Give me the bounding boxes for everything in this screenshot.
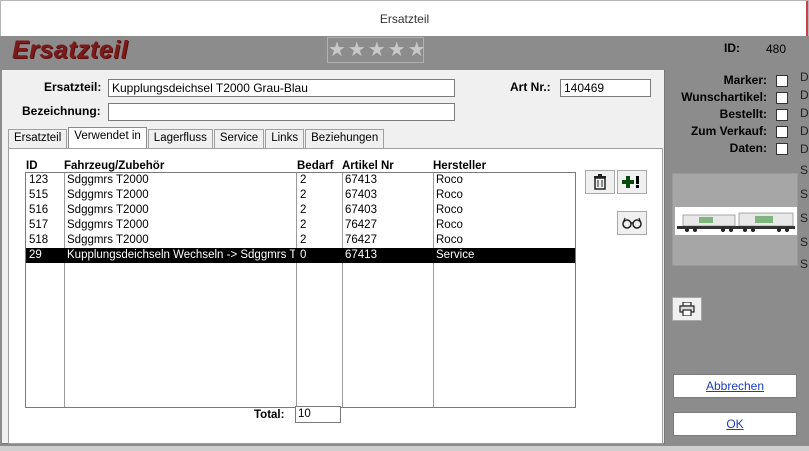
tab-links[interactable]: Links bbox=[265, 129, 305, 148]
table-row[interactable]: 517 Sdggmrs T2000 2 76427 Roco bbox=[26, 218, 575, 233]
cell-artikel: 67403 bbox=[345, 189, 377, 201]
bestellt-label: Bestellt: bbox=[719, 107, 767, 121]
wunschartikel-checkbox[interactable] bbox=[776, 92, 788, 104]
cell-artikel: 76427 bbox=[345, 219, 377, 231]
cell-bedarf: 2 bbox=[300, 219, 307, 231]
ersatzteil-label: Ersatzteil: bbox=[44, 80, 102, 94]
id-value: 480 bbox=[766, 42, 787, 56]
tab-beziehungen[interactable]: Beziehungen bbox=[305, 129, 385, 148]
edge-char: S bbox=[800, 257, 809, 271]
bezeichnung-input[interactable] bbox=[108, 103, 455, 121]
product-image-frame[interactable] bbox=[672, 173, 798, 266]
cell-hersteller: Roco bbox=[436, 174, 463, 186]
cell-artikel: 76427 bbox=[345, 234, 377, 246]
plus-exclamation-icon bbox=[622, 176, 639, 188]
tab-lagerfluss[interactable]: Lagerfluss bbox=[147, 129, 213, 148]
cell-artikel: 67413 bbox=[345, 249, 377, 261]
edge-char: S bbox=[800, 211, 809, 225]
col-header-bedarf: Bedarf bbox=[297, 160, 334, 172]
table-row[interactable]: 516 Sdggmrs T2000 2 67403 Roco bbox=[26, 203, 575, 218]
tab-verwendet-in[interactable]: Verwendet in bbox=[68, 127, 147, 148]
cell-hersteller: Roco bbox=[436, 204, 463, 216]
cell-bedarf: 0 bbox=[300, 249, 307, 261]
cell-fahrzeug: Sdggmrs T2000 bbox=[67, 234, 149, 246]
wunschartikel-label: Wunschartikel: bbox=[681, 90, 767, 104]
window-titlebar: Ersatzteil bbox=[0, 0, 809, 37]
daten-checkbox[interactable] bbox=[776, 143, 788, 155]
edge-char: S bbox=[800, 235, 809, 249]
table-row[interactable]: 515 Sdggmrs T2000 2 67403 Roco bbox=[26, 188, 575, 203]
ok-button[interactable]: OK bbox=[673, 412, 797, 436]
cell-fahrzeug: Kupplungsdeichseln Wechseln -> Sdggmrs T… bbox=[67, 249, 295, 261]
cell-hersteller: Roco bbox=[436, 189, 463, 201]
edge-char: D bbox=[800, 70, 809, 84]
background-bottom-strip bbox=[0, 446, 809, 451]
cell-bedarf: 2 bbox=[300, 234, 307, 246]
cell-id: 516 bbox=[29, 204, 49, 216]
cell-artikel: 67403 bbox=[345, 204, 377, 216]
cell-id: 515 bbox=[29, 189, 49, 201]
cell-fahrzeug: Sdggmrs T2000 bbox=[67, 219, 149, 231]
table-row[interactable]: 123 Sdggmrs T2000 2 67413 Roco bbox=[26, 173, 575, 188]
print-button[interactable] bbox=[672, 297, 702, 321]
tab-bar: Ersatzteil Verwendet in Lagerfluss Servi… bbox=[8, 127, 385, 148]
cell-hersteller: Roco bbox=[436, 234, 463, 246]
bezeichnung-label: Bezeichnung: bbox=[22, 104, 101, 118]
bestellt-checkbox[interactable] bbox=[776, 109, 788, 121]
edge-char: D bbox=[800, 106, 809, 120]
cell-bedarf: 2 bbox=[300, 204, 307, 216]
col-header-artikel: Artikel Nr bbox=[342, 160, 394, 172]
cell-hersteller: Roco bbox=[436, 219, 463, 231]
cell-artikel: 67413 bbox=[345, 174, 377, 186]
cell-id: 518 bbox=[29, 234, 49, 246]
cell-fahrzeug: Sdggmrs T2000 bbox=[67, 189, 149, 201]
daten-label: Daten: bbox=[729, 141, 767, 155]
cell-bedarf: 2 bbox=[300, 174, 307, 186]
zum-verkauf-checkbox[interactable] bbox=[776, 126, 788, 138]
product-image bbox=[675, 207, 797, 235]
zum-verkauf-label: Zum Verkauf: bbox=[690, 124, 767, 138]
titlebar-edge bbox=[806, 1, 808, 37]
rating-stars[interactable]: ★★★★★ bbox=[327, 37, 426, 63]
col-header-hersteller: Hersteller bbox=[433, 160, 487, 172]
printer-icon bbox=[679, 302, 695, 316]
usage-list[interactable]: 123 Sdggmrs T2000 2 67413 Roco 515 Sdggm… bbox=[25, 172, 576, 408]
col-header-fahrzeug: Fahrzeug/Zubehör bbox=[64, 160, 165, 172]
col-header-id: ID bbox=[26, 160, 38, 172]
train-wagon-icon bbox=[677, 212, 795, 232]
cell-id: 517 bbox=[29, 219, 49, 231]
marker-label: Marker: bbox=[723, 73, 767, 87]
ersatzteil-input[interactable]: Kupplungsdeichsel T2000 Grau-Blau bbox=[108, 79, 455, 97]
total-label: Total: bbox=[254, 409, 285, 421]
id-label: ID: bbox=[724, 41, 740, 55]
cell-hersteller: Service bbox=[436, 249, 475, 261]
total-field: 10 bbox=[295, 406, 341, 423]
cell-bedarf: 2 bbox=[300, 189, 307, 201]
cell-id: 123 bbox=[29, 174, 49, 186]
edge-char: D bbox=[800, 88, 809, 102]
trash-icon bbox=[594, 174, 606, 190]
tab-ersatzteil[interactable]: Ersatzteil bbox=[8, 129, 68, 148]
tab-service[interactable]: Service bbox=[213, 129, 265, 148]
window-title: Ersatzteil bbox=[379, 12, 430, 26]
edge-char: D bbox=[800, 142, 809, 156]
artnr-label: Art Nr.: bbox=[510, 80, 551, 94]
delete-button[interactable] bbox=[585, 170, 615, 194]
table-row[interactable]: 518 Sdggmrs T2000 2 76427 Roco bbox=[26, 233, 575, 248]
view-button[interactable] bbox=[617, 211, 647, 235]
glasses-icon bbox=[622, 217, 642, 229]
marker-checkbox[interactable] bbox=[776, 75, 788, 87]
artnr-input[interactable]: 140469 bbox=[560, 79, 651, 97]
cell-id: 29 bbox=[29, 249, 42, 261]
cell-fahrzeug: Sdggmrs T2000 bbox=[67, 204, 149, 216]
table-row-selected[interactable]: 29 Kupplungsdeichseln Wechseln -> Sdggmr… bbox=[26, 248, 575, 263]
edge-char: S bbox=[800, 187, 809, 201]
app-title: Ersatzteil bbox=[12, 36, 129, 64]
cell-fahrzeug: Sdggmrs T2000 bbox=[67, 174, 149, 186]
add-button[interactable] bbox=[617, 170, 647, 194]
main-panel: Ersatzteil: Kupplungsdeichsel T2000 Grau… bbox=[2, 70, 665, 444]
cancel-button[interactable]: Abbrechen bbox=[673, 374, 797, 398]
edge-char: D bbox=[800, 124, 809, 138]
edge-char: S bbox=[800, 163, 809, 177]
